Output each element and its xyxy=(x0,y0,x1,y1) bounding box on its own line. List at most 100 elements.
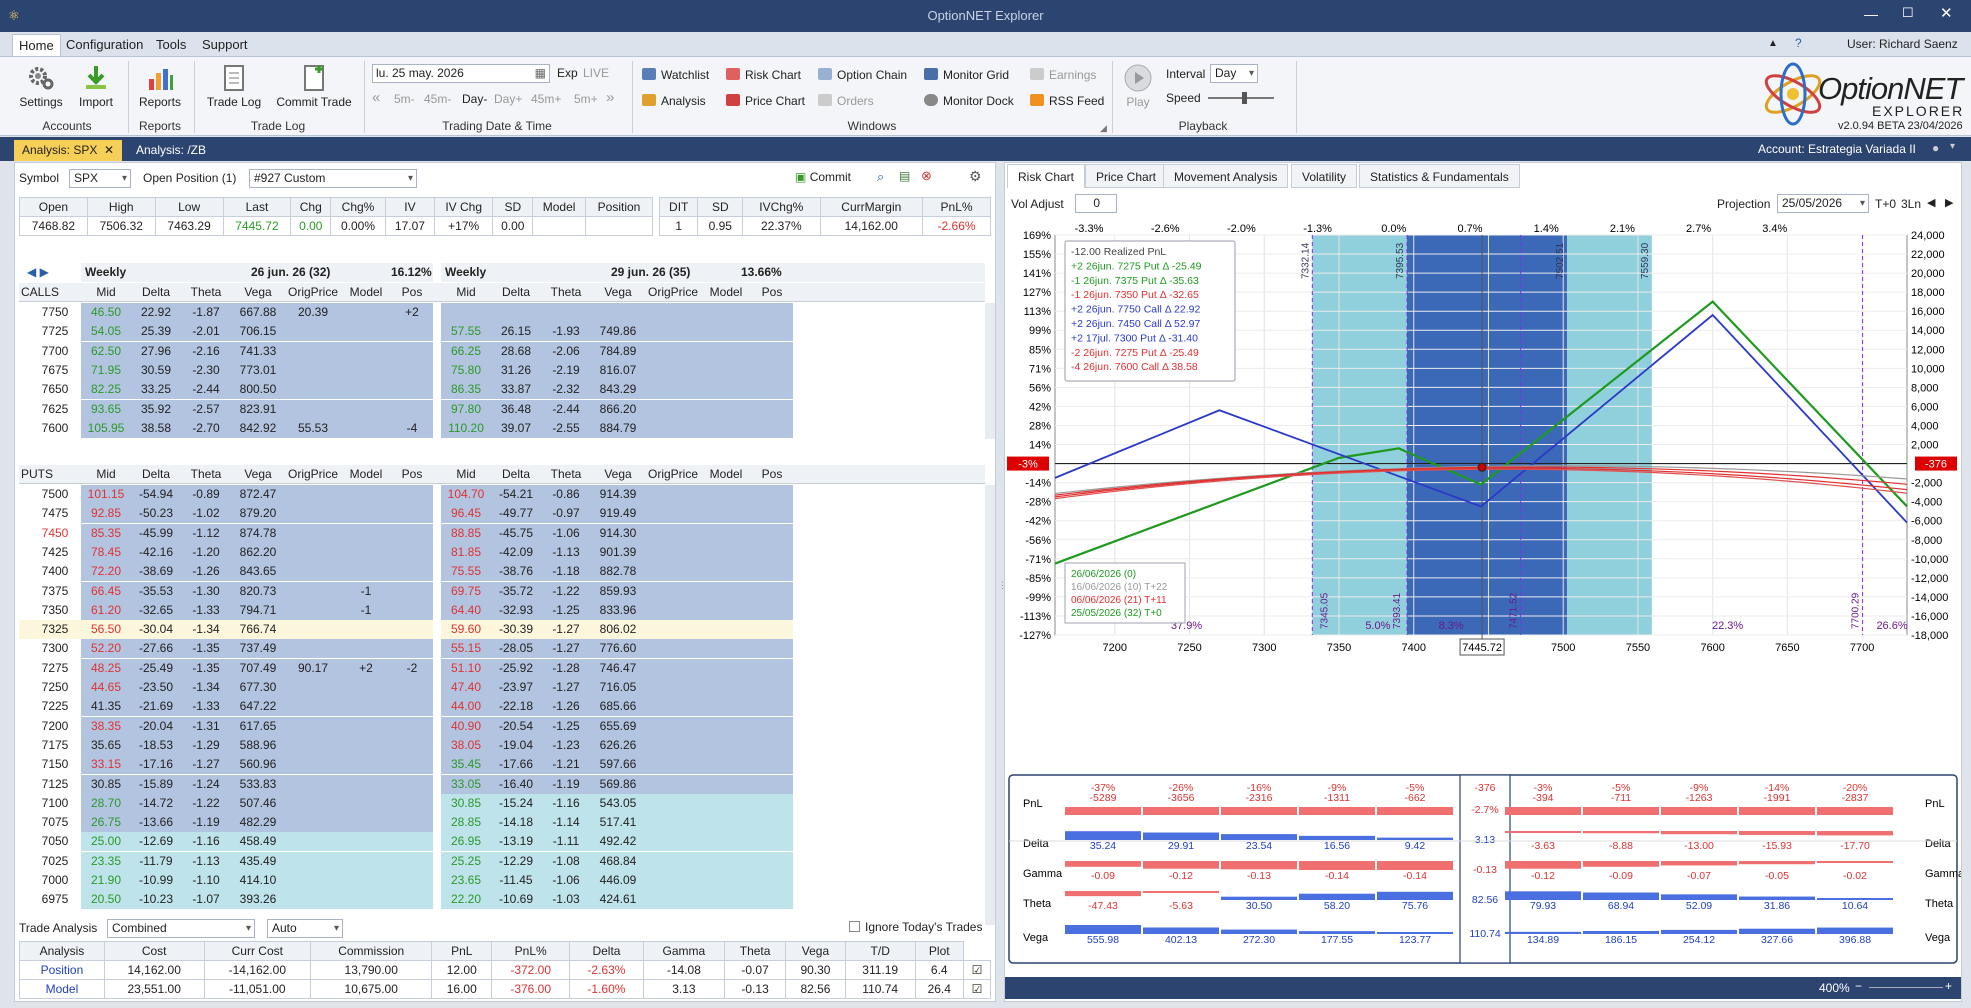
chain-row[interactable]: 6975 20.50 -10.23 -1.07 393.26 22.20 -10.69 -1.… xyxy=(19,890,985,910)
chain-row[interactable]: 7075 26.75 -13.66 -1.19 482.29 28.85 -14.18 -1.… xyxy=(19,813,985,833)
chain-cell[interactable]: -2.44 xyxy=(541,400,591,419)
chain-cell[interactable]: -1.21 xyxy=(541,755,591,774)
delete-icon[interactable]: ⊗ xyxy=(921,168,932,184)
chain-cell[interactable]: -1.03 xyxy=(541,890,591,909)
chain-cell[interactable]: 46.50 xyxy=(81,303,131,322)
chain-cell[interactable]: -17.16 xyxy=(131,755,181,774)
chain-cell[interactable]: -1.10 xyxy=(181,871,231,890)
chain-cell[interactable]: 482.29 xyxy=(231,813,285,832)
chain-cell[interactable]: -23.50 xyxy=(131,678,181,697)
vol-adjust-stepper[interactable]: 0 xyxy=(1075,194,1117,213)
chain-cell[interactable] xyxy=(391,775,433,794)
chain-row[interactable]: 7400 72.20 -38.69 -1.26 843.65 75.55 -38.76 -1.… xyxy=(19,562,985,582)
chain-cell[interactable]: -2.32 xyxy=(541,380,591,399)
chain-cell[interactable] xyxy=(285,342,341,361)
chain-cell[interactable] xyxy=(645,504,701,523)
chain-cell[interactable] xyxy=(645,620,701,639)
chain-cell[interactable] xyxy=(701,755,751,774)
chain-cell[interactable] xyxy=(701,871,751,890)
chain-cell[interactable]: 54.05 xyxy=(81,322,131,341)
chain-cell[interactable] xyxy=(701,678,751,697)
chain-scrollbar[interactable] xyxy=(985,485,995,925)
chain-cell[interactable]: 468.84 xyxy=(591,852,645,871)
chain-cell[interactable] xyxy=(751,775,793,794)
chain-cell[interactable]: -1.08 xyxy=(541,852,591,871)
chain-cell[interactable]: -1.12 xyxy=(181,524,231,543)
chain-cell[interactable]: 820.73 xyxy=(231,582,285,601)
chain-cell[interactable]: 28.85 xyxy=(441,813,491,832)
next-icon[interactable]: ▶ xyxy=(1945,196,1953,209)
chain-cell[interactable] xyxy=(645,524,701,543)
chain-cell[interactable]: -15.89 xyxy=(131,775,181,794)
account-status-icon[interactable]: ● xyxy=(1932,141,1939,155)
trade-analysis-mode-select[interactable]: Combined xyxy=(107,919,255,938)
chain-cell[interactable] xyxy=(391,361,433,380)
chain-cell[interactable] xyxy=(341,524,391,543)
chain-cell[interactable]: -35.53 xyxy=(131,582,181,601)
chain-cell[interactable]: 716.05 xyxy=(591,678,645,697)
chain-cell[interactable] xyxy=(391,639,433,658)
chain-cell[interactable]: -1.35 xyxy=(181,639,231,658)
chain-cell[interactable]: -1.13 xyxy=(541,543,591,562)
export-icon[interactable]: ▤ xyxy=(899,169,910,183)
chain-cell[interactable]: 97.80 xyxy=(441,400,491,419)
close-icon[interactable]: ✕ xyxy=(1940,4,1953,22)
chain-cell[interactable] xyxy=(645,639,701,658)
chain-cell[interactable] xyxy=(645,832,701,851)
chain-cell[interactable]: 862.20 xyxy=(231,543,285,562)
chain-cell[interactable]: -17.66 xyxy=(491,755,541,774)
chain-cell[interactable]: 47.40 xyxy=(441,678,491,697)
chain-cell[interactable]: 560.96 xyxy=(231,755,285,774)
chain-row[interactable]: 7600 105.95 38.58 -2.70 842.92 55.53 -4 110.20 3… xyxy=(19,418,985,438)
chain-cell[interactable] xyxy=(285,775,341,794)
chain-cell[interactable]: -1.18 xyxy=(541,562,591,581)
chain-cell[interactable]: -1.02 xyxy=(181,504,231,523)
chain-cell[interactable]: 33.25 xyxy=(131,380,181,399)
chain-cell[interactable] xyxy=(391,717,433,736)
chain-cell[interactable]: 507.46 xyxy=(231,794,285,813)
chain-cell[interactable]: -2.30 xyxy=(181,361,231,380)
chain-cell[interactable] xyxy=(391,562,433,581)
chain-cell[interactable] xyxy=(391,813,433,832)
chain-cell[interactable]: -23.97 xyxy=(491,678,541,697)
chain-cell[interactable]: -1.14 xyxy=(541,813,591,832)
chain-cell[interactable]: -50.23 xyxy=(131,504,181,523)
chain-cell[interactable]: -19.04 xyxy=(491,736,541,755)
chain-cell[interactable]: -2.55 xyxy=(541,419,591,438)
chain-cell[interactable]: -12.29 xyxy=(491,852,541,871)
chain-cell[interactable]: 44.00 xyxy=(441,697,491,716)
chain-cell[interactable] xyxy=(341,419,391,438)
step-day-back[interactable]: Day- xyxy=(462,92,487,106)
chain-cell[interactable]: 617.65 xyxy=(231,717,285,736)
chain-cell[interactable]: 110.20 xyxy=(441,419,491,438)
chain-cell[interactable]: -1.20 xyxy=(181,543,231,562)
chain-cell[interactable] xyxy=(391,582,433,601)
chain-cell[interactable]: -1.06 xyxy=(541,871,591,890)
chain-cell[interactable]: -16.40 xyxy=(491,775,541,794)
chain-cell[interactable]: -11.45 xyxy=(491,871,541,890)
chain-row[interactable]: 7150 33.15 -17.16 -1.27 560.96 35.45 -17.66 -1.… xyxy=(19,755,985,775)
chain-cell[interactable]: -1.33 xyxy=(181,697,231,716)
chain-cell[interactable]: 26.75 xyxy=(81,813,131,832)
chain-cell[interactable]: -10.23 xyxy=(131,890,181,909)
chain-cell[interactable] xyxy=(645,562,701,581)
chain-cell[interactable]: 919.49 xyxy=(591,504,645,523)
risk-chart[interactable]: -3.3% -2.6% -2.0% -1.3% 0.0% 0.7% 1.4% 2.1% 2.7%… xyxy=(1005,215,1961,855)
chain-cell[interactable] xyxy=(285,717,341,736)
chain-cell[interactable]: -25.49 xyxy=(131,659,181,678)
chain-cell[interactable]: -45.99 xyxy=(131,524,181,543)
chain-row[interactable]: 7000 21.90 -10.99 -1.10 414.10 23.65 -11.45 -1.… xyxy=(19,871,985,890)
chain-cell[interactable]: 96.45 xyxy=(441,504,491,523)
chain-cell[interactable]: 39.07 xyxy=(491,419,541,438)
chain-cell[interactable] xyxy=(285,361,341,380)
chain-cell[interactable]: -32.65 xyxy=(131,601,181,620)
chain-cell[interactable]: 784.89 xyxy=(591,342,645,361)
chain-cell[interactable] xyxy=(645,871,701,890)
chain-cell[interactable] xyxy=(285,504,341,523)
chain-cell[interactable] xyxy=(645,755,701,774)
chain-cell[interactable] xyxy=(591,303,645,322)
t0-label[interactable]: T+0 xyxy=(1875,197,1896,211)
chain-cell[interactable]: 30.59 xyxy=(131,361,181,380)
chain-cell[interactable] xyxy=(645,601,701,620)
chain-row[interactable]: 7125 30.85 -15.89 -1.24 533.83 33.05 -16.40 -1.… xyxy=(19,774,985,794)
